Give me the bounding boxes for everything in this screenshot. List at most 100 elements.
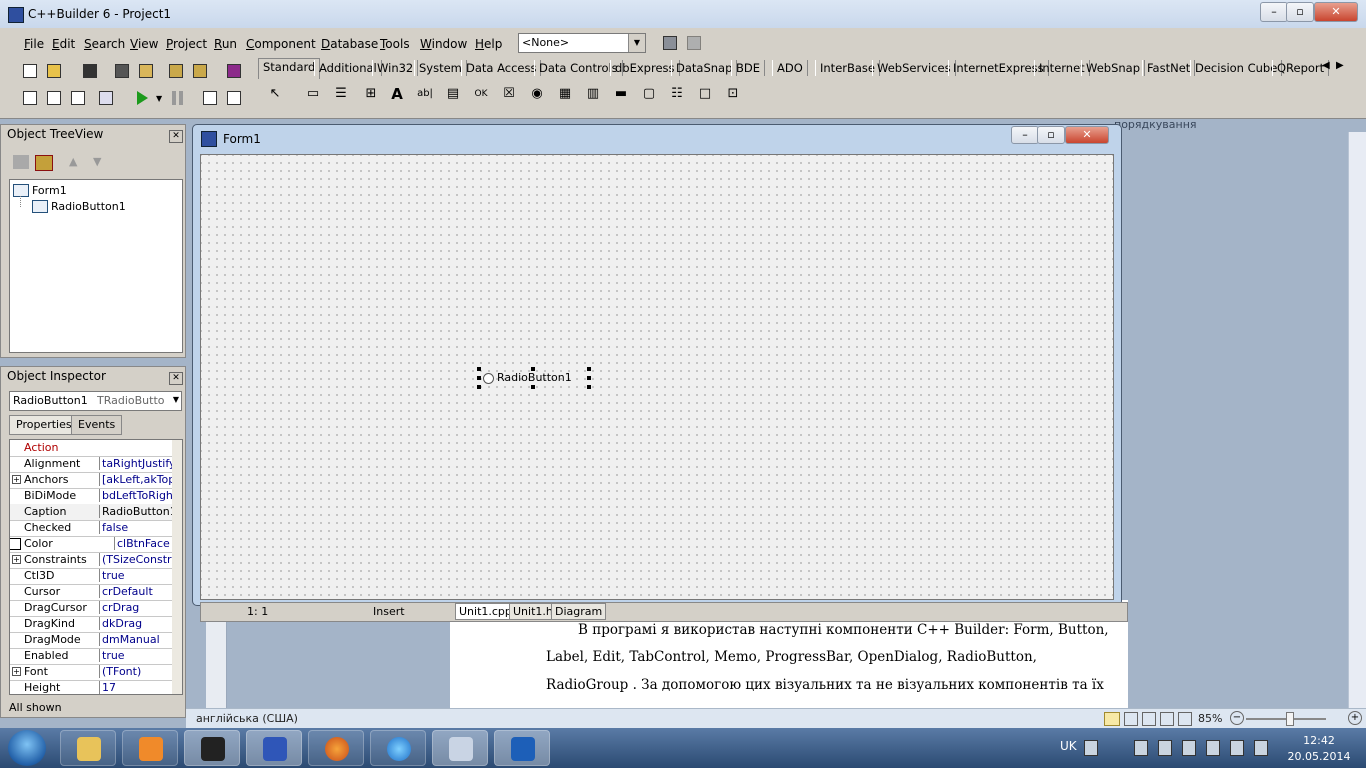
print-layout-icon[interactable] <box>1104 712 1120 726</box>
tab-websnap[interactable]: WebSnap <box>1081 60 1146 76</box>
listbox-icon[interactable]: ▦ <box>554 84 576 104</box>
property-row-bidimode[interactable]: BiDiMode bdLeftToRight <box>10 488 174 505</box>
view-unit-button[interactable] <box>20 88 40 108</box>
word-language[interactable]: англійська (США) <box>196 712 298 725</box>
property-value[interactable]: crDrag <box>99 601 174 614</box>
popupmenu-icon[interactable]: ⊞ <box>360 84 382 104</box>
pause-button[interactable] <box>168 88 188 108</box>
combobox-icon[interactable]: ▥ <box>582 84 604 104</box>
zoom-level[interactable]: 85% <box>1198 712 1222 725</box>
property-value[interactable]: true <box>99 569 174 582</box>
property-value[interactable]: (TFont) <box>99 665 174 678</box>
chevron-down-icon[interactable]: ▼ <box>628 34 645 52</box>
property-value[interactable]: [akLeft,akTop] <box>99 473 174 486</box>
input-language[interactable]: UK <box>1060 739 1077 753</box>
property-row-action[interactable]: Action <box>10 440 172 457</box>
expand-icon[interactable]: + <box>12 555 21 564</box>
taskbar-media-player[interactable] <box>122 730 178 766</box>
outline-icon[interactable] <box>1160 712 1174 726</box>
tab-properties[interactable]: Properties <box>9 415 79 435</box>
trace-into-button[interactable] <box>200 88 220 108</box>
help-contents-button[interactable] <box>224 61 244 81</box>
label-icon[interactable]: A <box>386 84 408 104</box>
view-form-button[interactable] <box>44 88 64 108</box>
draft-icon[interactable] <box>1178 712 1192 726</box>
property-row-alignment[interactable]: Alignment taRightJustify <box>10 456 174 473</box>
tab-unit1-h[interactable]: Unit1.h <box>509 603 557 620</box>
power-icon[interactable] <box>1254 740 1268 756</box>
actionlist-icon[interactable]: ⊡ <box>722 84 744 104</box>
tab-scroll-right-icon[interactable]: ▶ <box>1336 60 1344 71</box>
zoom-in-icon[interactable]: + <box>1348 711 1362 725</box>
form-close-button[interactable]: ✕ <box>1065 126 1109 144</box>
selection-handle[interactable] <box>587 367 591 371</box>
tab-interbase[interactable]: InterBase <box>815 60 880 76</box>
minimize-button[interactable]: – <box>1260 2 1288 22</box>
selection-handle[interactable] <box>477 376 481 380</box>
button-icon[interactable]: OK <box>470 84 492 104</box>
property-row-dragcursor[interactable]: DragCursor crDrag <box>10 600 172 617</box>
checkbox-icon[interactable]: ☒ <box>498 84 520 104</box>
property-grid-scrollbar[interactable] <box>172 440 182 694</box>
menu-database[interactable]: Database <box>321 37 378 51</box>
menu-file[interactable]: File <box>24 37 44 51</box>
object-selector-combo[interactable]: RadioButton1 TRadioButton ▼ <box>9 391 182 411</box>
radiobutton1-control[interactable]: RadioButton1 <box>477 367 591 389</box>
delete-item-icon[interactable] <box>35 155 53 171</box>
menu-view[interactable]: View <box>130 37 158 51</box>
menu-run[interactable]: Run <box>214 37 237 51</box>
clock-time[interactable]: 12:42 <box>1290 734 1348 747</box>
radiobutton-icon[interactable]: ◉ <box>526 84 548 104</box>
tab-bde[interactable]: BDE <box>731 60 766 76</box>
network-icon[interactable] <box>1158 740 1172 756</box>
new-button[interactable] <box>20 61 40 81</box>
property-value[interactable]: crDefault <box>99 585 174 598</box>
open-button[interactable] <box>44 61 64 81</box>
toggle-form-unit-button[interactable] <box>68 88 88 108</box>
menu-project[interactable]: Project <box>166 37 207 51</box>
property-value[interactable]: true <box>99 649 174 662</box>
property-row-height[interactable]: Height 17 <box>10 680 174 694</box>
volume-icon[interactable] <box>1206 740 1220 756</box>
run-dropdown-button[interactable]: ▼ <box>154 88 166 108</box>
property-row-dragkind[interactable]: DragKind dkDrag <box>10 616 172 633</box>
title-bar[interactable]: C++Builder 6 - Project1 – ▫ ✕ <box>0 0 1366 28</box>
close-icon[interactable]: ✕ <box>169 372 183 385</box>
taskbar-internet-explorer[interactable] <box>370 730 426 766</box>
property-row-cursor[interactable]: Cursor crDefault <box>10 584 172 601</box>
tab-fastnet[interactable]: FastNet <box>1142 60 1196 76</box>
edit-icon[interactable]: ab| <box>414 84 436 104</box>
property-row-anchors[interactable]: + Anchors [akLeft,akTop] <box>10 472 174 489</box>
tab-standard[interactable]: Standard <box>258 58 321 79</box>
taskbar-search[interactable] <box>432 730 488 766</box>
tab-data-access[interactable]: Data Access <box>461 60 542 76</box>
radiogroup-icon[interactable]: ☷ <box>666 84 688 104</box>
start-button[interactable] <box>8 730 46 766</box>
flag-icon[interactable] <box>1182 740 1196 756</box>
tab-webservices[interactable]: WebServices <box>872 60 956 76</box>
property-row-dragmode[interactable]: DragMode dmManual <box>10 632 172 649</box>
form-minimize-button[interactable]: – <box>1011 126 1039 144</box>
property-value[interactable]: 17 <box>99 681 174 694</box>
web-layout-icon[interactable] <box>1142 712 1156 726</box>
zoom-out-icon[interactable]: − <box>1230 711 1244 725</box>
taskbar-cpp-builder[interactable] <box>246 730 302 766</box>
groupbox-icon[interactable]: ▢ <box>638 84 660 104</box>
selection-handle[interactable] <box>477 367 481 371</box>
selection-handle[interactable] <box>587 376 591 380</box>
property-value[interactable]: false <box>99 521 174 534</box>
expand-icon[interactable]: + <box>12 475 21 484</box>
property-value[interactable]: taRightJustify <box>99 457 174 470</box>
new-form-button[interactable] <box>96 88 116 108</box>
taskbar-explorer[interactable] <box>60 730 116 766</box>
property-row-enabled[interactable]: Enabled true <box>10 648 172 665</box>
selection-handle[interactable] <box>587 385 591 389</box>
tab-diagram[interactable]: Diagram <box>551 603 607 620</box>
desktop-layout-combo[interactable]: <None> ▼ <box>518 33 646 53</box>
move-up-icon[interactable]: ▲ <box>69 155 77 168</box>
bluetooth-icon[interactable] <box>1230 740 1244 756</box>
selection-handle[interactable] <box>477 385 481 389</box>
battery-icon[interactable] <box>1134 740 1148 756</box>
taskbar-mpc[interactable] <box>184 730 240 766</box>
tree-item-radiobutton1[interactable]: RadioButton1 <box>51 200 126 213</box>
